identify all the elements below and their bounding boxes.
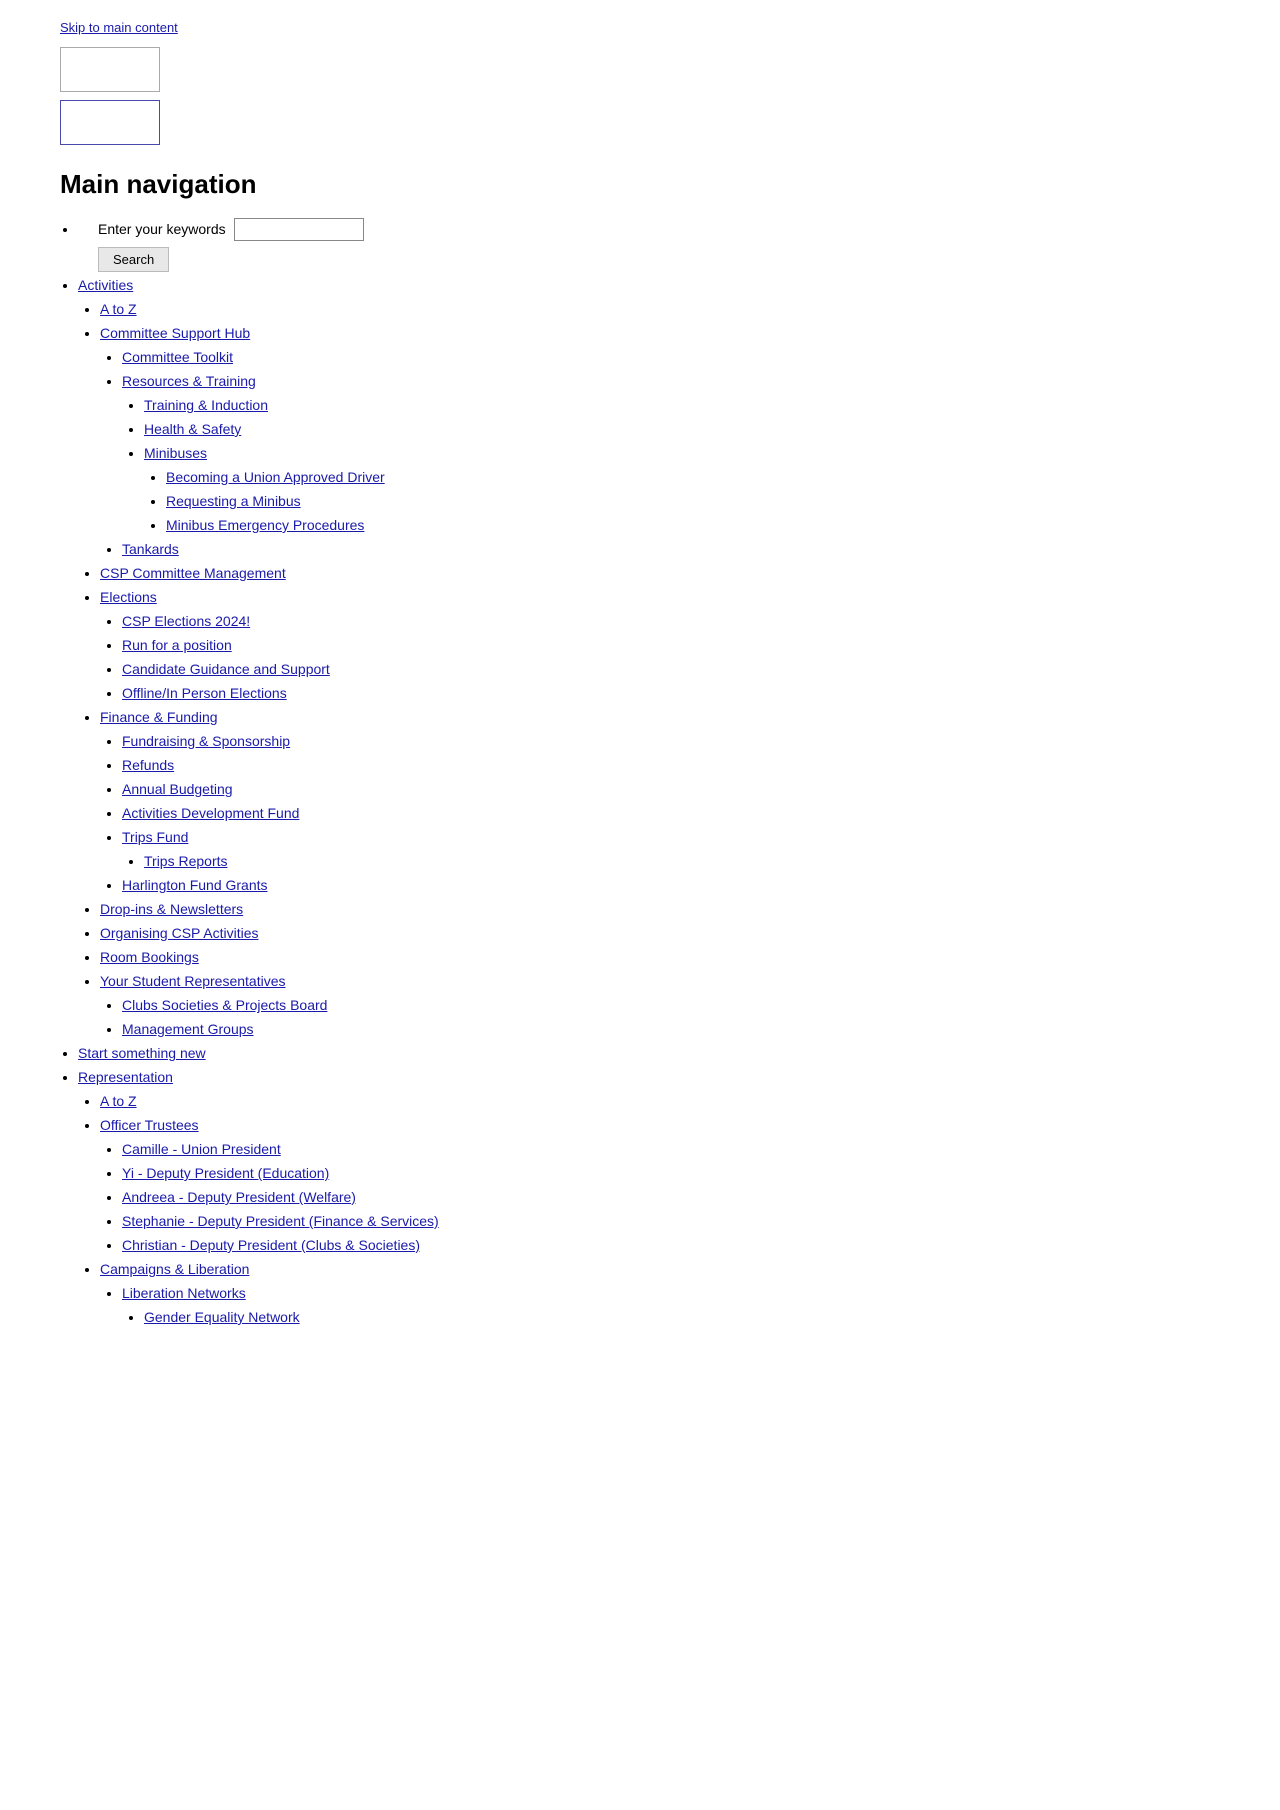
minibus-emergency-link[interactable]: Minibus Emergency Procedures bbox=[166, 517, 364, 533]
officer-trustees-link[interactable]: Officer Trustees bbox=[100, 1117, 199, 1133]
committee-support-hub-link[interactable]: Committee Support Hub bbox=[100, 325, 250, 341]
skip-link[interactable]: Skip to main content bbox=[60, 20, 1220, 35]
list-item: Tankards bbox=[122, 539, 1220, 560]
csp-committee-management-link[interactable]: CSP Committee Management bbox=[100, 565, 286, 581]
committee-toolkit-link[interactable]: Committee Toolkit bbox=[122, 349, 233, 365]
room-bookings-link[interactable]: Room Bookings bbox=[100, 949, 199, 965]
refunds-link[interactable]: Refunds bbox=[122, 757, 174, 773]
christian-link[interactable]: Christian - Deputy President (Clubs & So… bbox=[122, 1237, 420, 1253]
search-button[interactable]: Search bbox=[98, 247, 169, 272]
search-item: Enter your keywords Search bbox=[78, 218, 1220, 272]
camille-link[interactable]: Camille - Union President bbox=[122, 1141, 281, 1157]
nav-item-start-something-new: Start something new bbox=[78, 1043, 1220, 1064]
start-something-new-link[interactable]: Start something new bbox=[78, 1045, 206, 1061]
activities-development-fund-link[interactable]: Activities Development Fund bbox=[122, 805, 299, 821]
resources-training-link[interactable]: Resources & Training bbox=[122, 373, 256, 389]
main-navigation: Enter your keywords Search Activities A … bbox=[60, 218, 1220, 1328]
list-item: Fundraising & Sponsorship bbox=[122, 731, 1220, 752]
list-item: Andreea - Deputy President (Welfare) bbox=[122, 1187, 1220, 1208]
page-title: Main navigation bbox=[60, 169, 1220, 200]
organising-csp-link[interactable]: Organising CSP Activities bbox=[100, 925, 258, 941]
search-label: Enter your keywords bbox=[98, 219, 226, 240]
fundraising-link[interactable]: Fundraising & Sponsorship bbox=[122, 733, 290, 749]
tankards-link[interactable]: Tankards bbox=[122, 541, 179, 557]
list-item: A to Z bbox=[100, 1091, 1220, 1112]
finance-funding-link[interactable]: Finance & Funding bbox=[100, 709, 218, 725]
list-item: Minibuses Becoming a Union Approved Driv… bbox=[144, 443, 1220, 536]
logo-bottom bbox=[60, 100, 160, 145]
list-item: Campaigns & Liberation Liberation Networ… bbox=[100, 1259, 1220, 1328]
list-item: Officer Trustees Camille - Union Preside… bbox=[100, 1115, 1220, 1256]
training-induction-link[interactable]: Training & Induction bbox=[144, 397, 268, 413]
harlington-fund-link[interactable]: Harlington Fund Grants bbox=[122, 877, 268, 893]
a-to-z-link[interactable]: A to Z bbox=[100, 301, 137, 317]
list-item: Trips Reports bbox=[144, 851, 1220, 872]
list-item: Your Student Representatives Clubs Socie… bbox=[100, 971, 1220, 1040]
clubs-societies-board-link[interactable]: Clubs Societies & Projects Board bbox=[122, 997, 327, 1013]
rep-a-to-z-link[interactable]: A to Z bbox=[100, 1093, 137, 1109]
student-representatives-link[interactable]: Your Student Representatives bbox=[100, 973, 286, 989]
list-item: Clubs Societies & Projects Board bbox=[122, 995, 1220, 1016]
activities-link[interactable]: Activities bbox=[78, 277, 133, 293]
list-item: Liberation Networks Gender Equality Netw… bbox=[122, 1283, 1220, 1328]
list-item: Resources & Training Training & Inductio… bbox=[122, 371, 1220, 536]
liberation-networks-link[interactable]: Liberation Networks bbox=[122, 1285, 246, 1301]
list-item: CSP Elections 2024! bbox=[122, 611, 1220, 632]
nav-item-activities: Activities A to Z Committee Support Hub … bbox=[78, 275, 1220, 1040]
trips-reports-link[interactable]: Trips Reports bbox=[144, 853, 228, 869]
list-item: Activities Development Fund bbox=[122, 803, 1220, 824]
list-item: Trips Fund Trips Reports bbox=[122, 827, 1220, 872]
list-item: Committee Support Hub Committee Toolkit … bbox=[100, 323, 1220, 560]
list-item: Gender Equality Network bbox=[144, 1307, 1220, 1328]
list-item: Christian - Deputy President (Clubs & So… bbox=[122, 1235, 1220, 1256]
list-item: A to Z bbox=[100, 299, 1220, 320]
list-item: Elections CSP Elections 2024! Run for a … bbox=[100, 587, 1220, 704]
nav-item-representation: Representation A to Z Officer Trustees C… bbox=[78, 1067, 1220, 1328]
candidate-guidance-link[interactable]: Candidate Guidance and Support bbox=[122, 661, 330, 677]
union-approved-driver-link[interactable]: Becoming a Union Approved Driver bbox=[166, 469, 385, 485]
gender-equality-network-link[interactable]: Gender Equality Network bbox=[144, 1309, 300, 1325]
list-item: Management Groups bbox=[122, 1019, 1220, 1040]
list-item: Yi - Deputy President (Education) bbox=[122, 1163, 1220, 1184]
elections-link[interactable]: Elections bbox=[100, 589, 157, 605]
list-item: Health & Safety bbox=[144, 419, 1220, 440]
trips-fund-link[interactable]: Trips Fund bbox=[122, 829, 188, 845]
search-input[interactable] bbox=[234, 218, 364, 241]
run-for-position-link[interactable]: Run for a position bbox=[122, 637, 232, 653]
minibuses-link[interactable]: Minibuses bbox=[144, 445, 207, 461]
offline-elections-link[interactable]: Offline/In Person Elections bbox=[122, 685, 287, 701]
list-item: Finance & Funding Fundraising & Sponsors… bbox=[100, 707, 1220, 896]
list-item: Candidate Guidance and Support bbox=[122, 659, 1220, 680]
list-item: Refunds bbox=[122, 755, 1220, 776]
list-item: Room Bookings bbox=[100, 947, 1220, 968]
logo-top bbox=[60, 47, 160, 92]
list-item: Camille - Union President bbox=[122, 1139, 1220, 1160]
list-item: Annual Budgeting bbox=[122, 779, 1220, 800]
list-item: Training & Induction bbox=[144, 395, 1220, 416]
list-item: Harlington Fund Grants bbox=[122, 875, 1220, 896]
list-item: Becoming a Union Approved Driver bbox=[166, 467, 1220, 488]
requesting-minibus-link[interactable]: Requesting a Minibus bbox=[166, 493, 301, 509]
list-item: Stephanie - Deputy President (Finance & … bbox=[122, 1211, 1220, 1232]
yi-link[interactable]: Yi - Deputy President (Education) bbox=[122, 1165, 329, 1181]
list-item: Run for a position bbox=[122, 635, 1220, 656]
stephanie-link[interactable]: Stephanie - Deputy President (Finance & … bbox=[122, 1213, 439, 1229]
andreea-link[interactable]: Andreea - Deputy President (Welfare) bbox=[122, 1189, 356, 1205]
dropins-newsletters-link[interactable]: Drop-ins & Newsletters bbox=[100, 901, 243, 917]
list-item: Organising CSP Activities bbox=[100, 923, 1220, 944]
list-item: Drop-ins & Newsletters bbox=[100, 899, 1220, 920]
list-item: Committee Toolkit bbox=[122, 347, 1220, 368]
annual-budgeting-link[interactable]: Annual Budgeting bbox=[122, 781, 233, 797]
list-item: Minibus Emergency Procedures bbox=[166, 515, 1220, 536]
campaigns-liberation-link[interactable]: Campaigns & Liberation bbox=[100, 1261, 249, 1277]
csp-elections-link[interactable]: CSP Elections 2024! bbox=[122, 613, 250, 629]
representation-link[interactable]: Representation bbox=[78, 1069, 173, 1085]
list-item: CSP Committee Management bbox=[100, 563, 1220, 584]
management-groups-link[interactable]: Management Groups bbox=[122, 1021, 254, 1037]
list-item: Requesting a Minibus bbox=[166, 491, 1220, 512]
list-item: Offline/In Person Elections bbox=[122, 683, 1220, 704]
health-safety-link[interactable]: Health & Safety bbox=[144, 421, 241, 437]
